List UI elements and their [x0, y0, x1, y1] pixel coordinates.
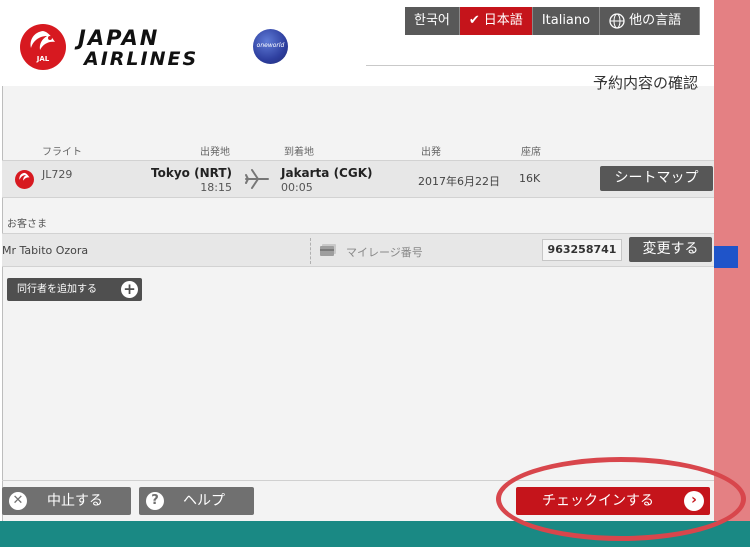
origin-time: 18:15 — [200, 181, 232, 194]
cancel-label: 中止する — [47, 493, 103, 509]
language-label: Italiano — [541, 13, 591, 28]
language-label: 한국어 — [414, 13, 450, 28]
highlight-annotation — [496, 457, 746, 541]
column-flight: フライト — [42, 147, 82, 158]
add-companion-label: 同行者を追加する — [17, 284, 97, 295]
language-other-button[interactable]: 他の言語 — [600, 7, 701, 35]
language-japanese-button[interactable]: ✔ 日本語 — [459, 7, 533, 35]
side-stripe-blue — [714, 246, 738, 268]
question-icon: ? — [146, 492, 164, 510]
seat-number: 16K — [519, 172, 541, 185]
destination-time: 00:05 — [281, 181, 313, 194]
departure-date: 2017年6月22日 — [418, 175, 500, 188]
language-korean-button[interactable]: 한국어 — [405, 7, 460, 35]
logo-text: JAL — [36, 55, 50, 63]
oneworld-text: oneworld — [256, 42, 285, 49]
help-button[interactable]: ? ヘルプ — [139, 487, 254, 515]
cancel-button[interactable]: ✕ 中止する — [2, 487, 131, 515]
mileage-number-field[interactable]: 963258741 — [542, 239, 622, 261]
language-label: 日本語 — [483, 13, 523, 28]
flight-number: JL729 — [42, 168, 73, 181]
airplane-icon — [245, 169, 269, 189]
check-icon: ✔ — [468, 13, 480, 28]
language-bar: 한국어 ✔ 日本語 Italiano 他の言語 — [405, 7, 701, 35]
brand-name-line1: JAPAN — [78, 26, 160, 50]
passenger-name: Mr Tabito Ozora — [2, 244, 89, 257]
close-icon: ✕ — [9, 492, 27, 510]
language-label: 他の言語 — [629, 13, 682, 28]
passenger-divider — [310, 238, 311, 264]
mileage-number-label: マイレージ番号 — [346, 246, 423, 259]
column-seat: 座席 — [521, 147, 541, 158]
destination-city: Jakarta (CGK) — [281, 166, 373, 180]
plus-icon: + — [121, 281, 138, 298]
change-button[interactable]: 変更する — [629, 237, 712, 262]
jal-crane-icon — [15, 170, 34, 189]
column-destination: 到着地 — [284, 147, 314, 158]
page-title: 予約内容の確認 — [593, 74, 699, 92]
help-label: ヘルプ — [183, 493, 225, 509]
jal-crane-logo: JAL — [20, 24, 66, 70]
oneworld-logo: oneworld — [253, 29, 288, 64]
globe-icon — [609, 13, 625, 29]
language-italian-button[interactable]: Italiano — [532, 7, 601, 35]
passenger-row: Mr Tabito Ozora マイレージ番号 963258741 変更する — [2, 233, 714, 267]
brand-name-line2: AIRLINES — [84, 48, 199, 70]
origin-city: Tokyo (NRT) — [151, 166, 232, 180]
flight-row: JL729 Tokyo (NRT) 18:15 Jakarta (CGK) 00… — [2, 160, 714, 198]
header-divider — [366, 65, 714, 66]
mileage-card-icon — [320, 244, 336, 256]
column-departure: 出発 — [421, 147, 441, 158]
passenger-section-label: お客さま — [7, 219, 47, 230]
side-stripe-pink — [714, 0, 750, 547]
seatmap-button[interactable]: シートマップ — [600, 166, 713, 191]
column-origin: 出発地 — [200, 147, 230, 158]
add-companion-button[interactable]: 同行者を追加する + — [7, 278, 142, 301]
